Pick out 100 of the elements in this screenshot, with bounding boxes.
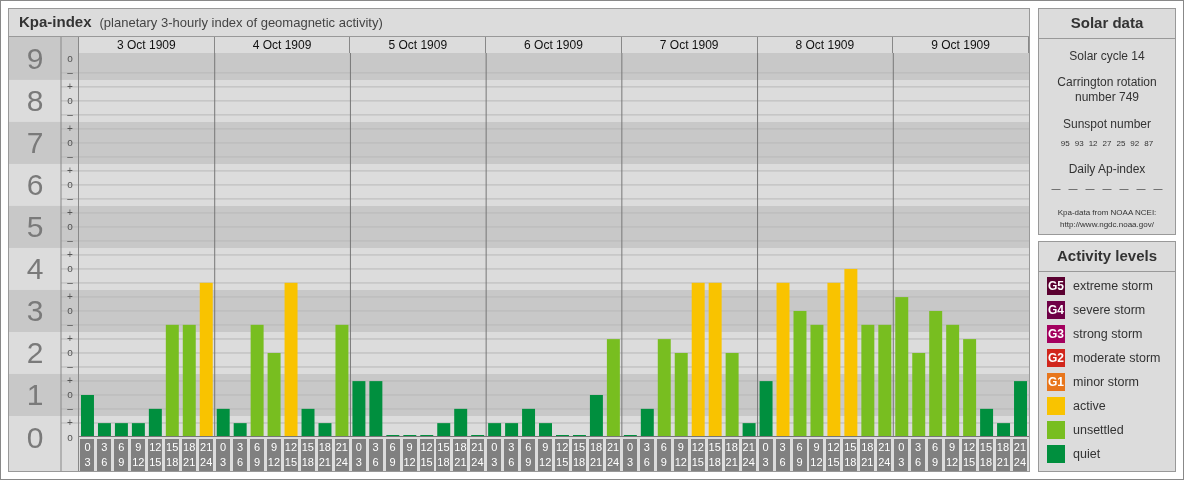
ap-index-value: — <box>1068 183 1078 196</box>
legend-swatch: G1 <box>1047 373 1065 391</box>
y-axis-label: 0 <box>26 420 44 454</box>
minor-tick-label: + <box>67 207 73 219</box>
chart-title: Kpa-index <box>19 12 92 33</box>
solar-cycle: Solar cycle 14 <box>1069 48 1145 65</box>
y-axis-label: 9 <box>26 42 44 76</box>
time-slot-label: 3 6 <box>97 439 112 471</box>
ap-index-value: — <box>1102 183 1112 196</box>
time-slot-label: 12 15 <box>962 439 977 471</box>
ap-index-value: — <box>1051 183 1061 196</box>
minor-tick-label: – <box>67 235 73 247</box>
time-slot-label: 9 12 <box>673 439 688 471</box>
sunspot-value: 95 <box>1060 138 1070 150</box>
legend-swatch: G2 <box>1047 349 1065 367</box>
time-slot-label: 12 15 <box>148 439 163 471</box>
time-slot-label: 15 18 <box>707 439 722 471</box>
minor-tick-label: – <box>67 109 73 121</box>
time-slot-label: 9 12 <box>402 439 417 471</box>
time-slot-label: 3 6 <box>368 439 383 471</box>
panel-title: Solar data <box>1039 9 1175 39</box>
time-slot-label: 6 9 <box>792 439 807 471</box>
legend-swatch: G3 <box>1047 325 1065 343</box>
legend-label: strong storm <box>1073 325 1143 343</box>
time-slot-label: 15 18 <box>436 439 451 471</box>
minor-tick-label: – <box>67 193 73 205</box>
minor-tick-label: + <box>67 417 73 429</box>
legend-label: moderate storm <box>1073 349 1161 367</box>
time-slot-label: 0 3 <box>216 439 231 471</box>
time-slot-label: 0 3 <box>894 439 909 471</box>
time-slot-label: 3 6 <box>639 439 654 471</box>
time-slot-label: 9 12 <box>945 439 960 471</box>
time-slot-label: 21 24 <box>199 439 214 471</box>
minor-tick-label: – <box>67 319 73 331</box>
chart-subtitle: (planetary 3-hourly index of geomagnetic activity) <box>99 13 383 32</box>
time-slot-label: 0 3 <box>622 439 637 471</box>
minor-tick-label: + <box>67 81 73 93</box>
time-slot-label: 6 9 <box>928 439 943 471</box>
minor-tick-label: + <box>67 123 73 135</box>
legend-label: severe storm <box>1073 301 1146 319</box>
y-axis-label: 7 <box>26 126 44 160</box>
time-slot-label: 18 21 <box>995 439 1010 471</box>
legend-swatch: G5 <box>1047 277 1065 295</box>
sunspot-value: 93 <box>1074 138 1084 150</box>
minor-tick-label: – <box>67 277 73 289</box>
time-slot-label: 12 15 <box>419 439 434 471</box>
panel-title: Activity levels <box>1039 242 1175 272</box>
time-slot-label: 15 18 <box>165 439 180 471</box>
time-slot-label: 21 24 <box>1012 439 1027 471</box>
time-slot-label: 21 24 <box>741 439 756 471</box>
time-slot-label: 3 6 <box>504 439 519 471</box>
time-slot-label: 15 18 <box>300 439 315 471</box>
minor-tick-label: o <box>67 53 73 65</box>
minor-tick-label: + <box>67 291 73 303</box>
time-slot-label: 9 12 <box>131 439 146 471</box>
sunspot-value: 27 <box>1102 138 1112 150</box>
time-slot-label: 15 18 <box>843 439 858 471</box>
time-slot-label: 0 3 <box>80 439 95 471</box>
time-slot-label: 6 9 <box>656 439 671 471</box>
minor-tick-label: o <box>67 263 73 275</box>
time-slot-label: 21 24 <box>470 439 485 471</box>
minor-tick-label: + <box>67 165 73 177</box>
y-axis-label: 2 <box>26 336 44 370</box>
y-axis-label: 8 <box>26 84 44 118</box>
ap-index-value: — <box>1119 183 1129 196</box>
ap-index-label: Daily Ap-index <box>1068 161 1146 178</box>
time-slot-label: 12 15 <box>826 439 841 471</box>
y-axis-label: 6 <box>26 168 44 202</box>
sunspot-value: 92 <box>1130 138 1140 150</box>
time-slot-label: 0 3 <box>487 439 502 471</box>
sunspot-value: 12 <box>1088 138 1098 150</box>
time-slot-label: 3 6 <box>775 439 790 471</box>
minor-tick-label: – <box>67 151 73 163</box>
minor-tick-label: – <box>67 361 73 373</box>
time-slot-label: 0 3 <box>351 439 366 471</box>
time-slot-label: 12 15 <box>283 439 298 471</box>
legend-label: unsettled <box>1073 421 1124 439</box>
sunspot-label: Sunspot number <box>1062 116 1152 133</box>
minor-tick-label: o <box>67 95 73 107</box>
time-slot-label: 18 21 <box>453 439 468 471</box>
legend-swatch: G4 <box>1047 301 1065 319</box>
time-slot-label: 12 15 <box>690 439 705 471</box>
time-slot-label: 18 21 <box>589 439 604 471</box>
minor-tick-label: + <box>67 375 73 387</box>
time-slot-label: 9 12 <box>809 439 824 471</box>
time-slot-label: 15 18 <box>979 439 993 471</box>
sunspot-value: 87 <box>1144 138 1154 150</box>
minor-tick-label: o <box>67 389 73 401</box>
ap-index-value: — <box>1153 183 1163 196</box>
time-slot-label: 6 9 <box>521 439 536 471</box>
sunspot-value: 25 <box>1116 138 1126 150</box>
minor-tick-label: – <box>67 403 73 415</box>
minor-tick-label: o <box>67 431 73 443</box>
time-slot-label: 0 3 <box>758 439 773 471</box>
time-slot-label: 3 6 <box>233 439 248 471</box>
minor-tick-label: o <box>67 305 73 317</box>
minor-tick-label: + <box>67 333 73 345</box>
minor-tick-label: o <box>67 179 73 191</box>
ap-index-value: — <box>1136 183 1146 196</box>
time-slot-label: 9 12 <box>266 439 281 471</box>
